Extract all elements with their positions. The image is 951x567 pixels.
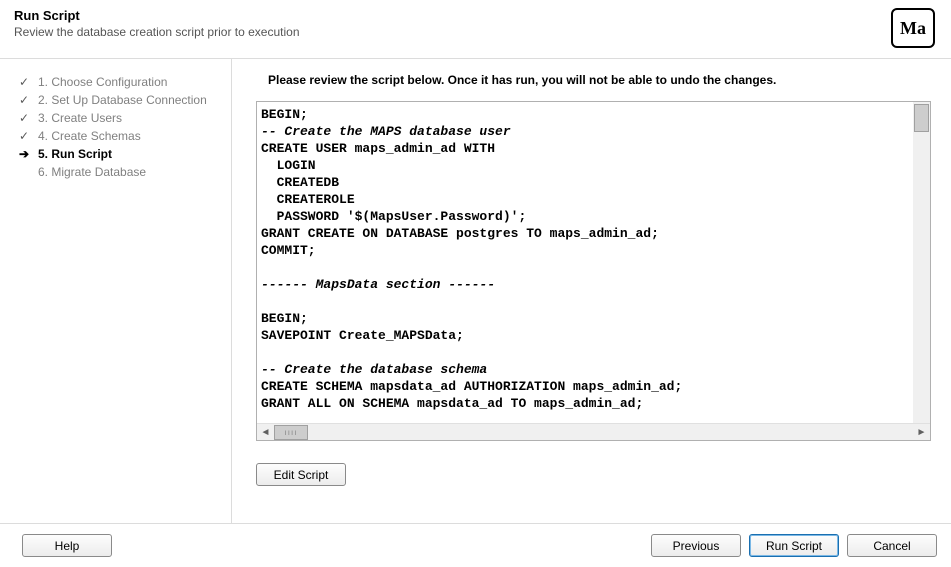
page-subtitle: Review the database creation script prio…: [14, 25, 300, 39]
cancel-button[interactable]: Cancel: [847, 534, 937, 557]
check-icon: [16, 111, 32, 125]
help-button[interactable]: Help: [22, 534, 112, 557]
step-run-script[interactable]: 5. Run Script: [16, 145, 221, 163]
step-setup-db-connection[interactable]: 2. Set Up Database Connection: [16, 91, 221, 109]
page-title: Run Script: [14, 8, 300, 23]
horizontal-scrollbar[interactable]: ◄ ıııı ►: [257, 423, 930, 440]
wizard-header: Run Script Review the database creation …: [0, 0, 951, 59]
run-script-button[interactable]: Run Script: [749, 534, 839, 557]
script-scroll-area[interactable]: BEGIN; -- Create the MAPS database user …: [257, 102, 930, 423]
step-migrate-database[interactable]: 6. Migrate Database: [16, 163, 221, 181]
steps-sidebar: 1. Choose Configuration 2. Set Up Databa…: [0, 59, 232, 523]
app-logo-icon: Ma: [891, 8, 935, 48]
check-icon: [16, 75, 32, 89]
vertical-scrollbar[interactable]: [913, 102, 930, 406]
scrollbar-corner: [913, 406, 930, 423]
scroll-right-icon[interactable]: ►: [913, 424, 930, 441]
main-content: Please review the script below. Once it …: [232, 59, 951, 523]
step-label: 5. Run Script: [38, 147, 112, 161]
previous-button[interactable]: Previous: [651, 534, 741, 557]
script-text: BEGIN; -- Create the MAPS database user …: [257, 102, 930, 423]
step-label: 2. Set Up Database Connection: [38, 93, 207, 107]
horizontal-scroll-track[interactable]: ıııı: [274, 424, 913, 441]
check-icon: [16, 129, 32, 143]
arrow-right-icon: [16, 147, 32, 161]
step-create-users[interactable]: 3. Create Users: [16, 109, 221, 127]
wizard-body: 1. Choose Configuration 2. Set Up Databa…: [0, 59, 951, 523]
instruction-text: Please review the script below. Once it …: [256, 73, 931, 87]
step-label: 3. Create Users: [38, 111, 122, 125]
wizard-footer: Help Previous Run Script Cancel: [0, 523, 951, 567]
horizontal-scroll-thumb[interactable]: ıııı: [274, 425, 308, 440]
vertical-scroll-thumb[interactable]: [914, 104, 929, 132]
check-icon: [16, 93, 32, 107]
edit-script-button[interactable]: Edit Script: [256, 463, 346, 486]
step-label: 4. Create Schemas: [38, 129, 141, 143]
script-viewer: BEGIN; -- Create the MAPS database user …: [256, 101, 931, 441]
step-label: 1. Choose Configuration: [38, 75, 167, 89]
scroll-left-icon[interactable]: ◄: [257, 424, 274, 441]
wizard-window: Run Script Review the database creation …: [0, 0, 951, 567]
step-label: 6. Migrate Database: [38, 165, 146, 179]
step-choose-configuration[interactable]: 1. Choose Configuration: [16, 73, 221, 91]
step-create-schemas[interactable]: 4. Create Schemas: [16, 127, 221, 145]
